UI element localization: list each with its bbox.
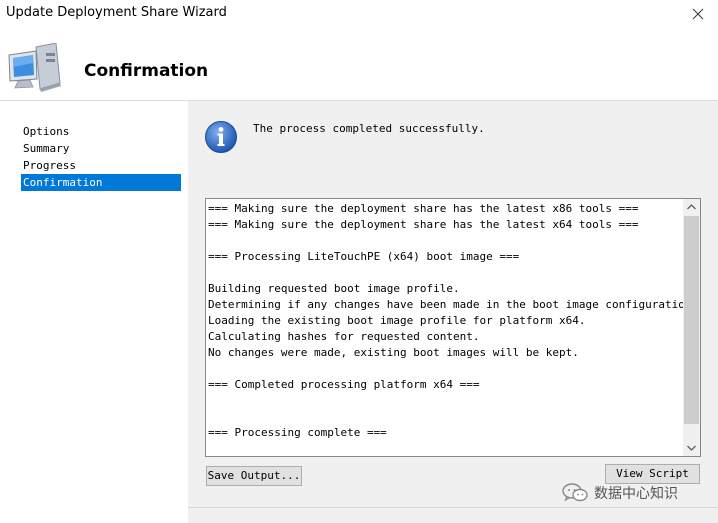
status-message: The process completed successfully. xyxy=(253,122,485,135)
output-log[interactable]: === Making sure the deployment share has… xyxy=(205,198,701,457)
log-line: Calculating hashes for requested content… xyxy=(208,330,480,343)
wizard-header: Confirmation xyxy=(0,28,718,101)
sidebar-item-summary[interactable]: Summary xyxy=(21,140,181,157)
sidebar-item-confirmation[interactable]: Confirmation xyxy=(21,174,181,191)
page-title: Confirmation xyxy=(84,61,209,81)
view-script-button[interactable]: View Script xyxy=(605,464,700,484)
save-output-button[interactable]: Save Output... xyxy=(206,466,302,486)
log-line: === Processing LiteTouchPE (x64) boot im… xyxy=(208,250,520,263)
vertical-scrollbar[interactable] xyxy=(683,199,700,456)
log-line: Building requested boot image profile. xyxy=(208,282,460,295)
log-line: === Processing complete === xyxy=(208,426,387,439)
sidebar-item-options[interactable]: Options xyxy=(21,123,181,140)
watermark-text: 数据中心知识 xyxy=(594,486,678,502)
log-line: No changes were made, existing boot imag… xyxy=(208,346,579,359)
log-line: === Making sure the deployment share has… xyxy=(208,202,639,215)
wizard-steps-sidebar: Options Summary Progress Confirmation xyxy=(0,101,188,523)
wechat-icon xyxy=(562,483,588,502)
log-line: === Making sure the deployment share has… xyxy=(208,218,639,231)
bottom-divider xyxy=(188,507,718,508)
log-line: === Completed processing platform x64 ==… xyxy=(208,378,480,391)
title-bar: Update Deployment Share Wizard xyxy=(0,0,718,28)
log-line: Determining if any changes have been mad… xyxy=(208,298,699,311)
window-title: Update Deployment Share Wizard xyxy=(6,5,227,20)
sidebar-item-progress[interactable]: Progress xyxy=(21,157,181,174)
scroll-down-arrow-icon[interactable] xyxy=(683,439,700,456)
close-icon[interactable] xyxy=(688,4,708,24)
info-icon xyxy=(205,121,237,153)
computer-icon xyxy=(8,43,61,92)
scroll-up-arrow-icon[interactable] xyxy=(683,199,700,216)
log-line: Loading the existing boot image profile … xyxy=(208,314,586,327)
scrollbar-thumb[interactable] xyxy=(684,216,699,424)
